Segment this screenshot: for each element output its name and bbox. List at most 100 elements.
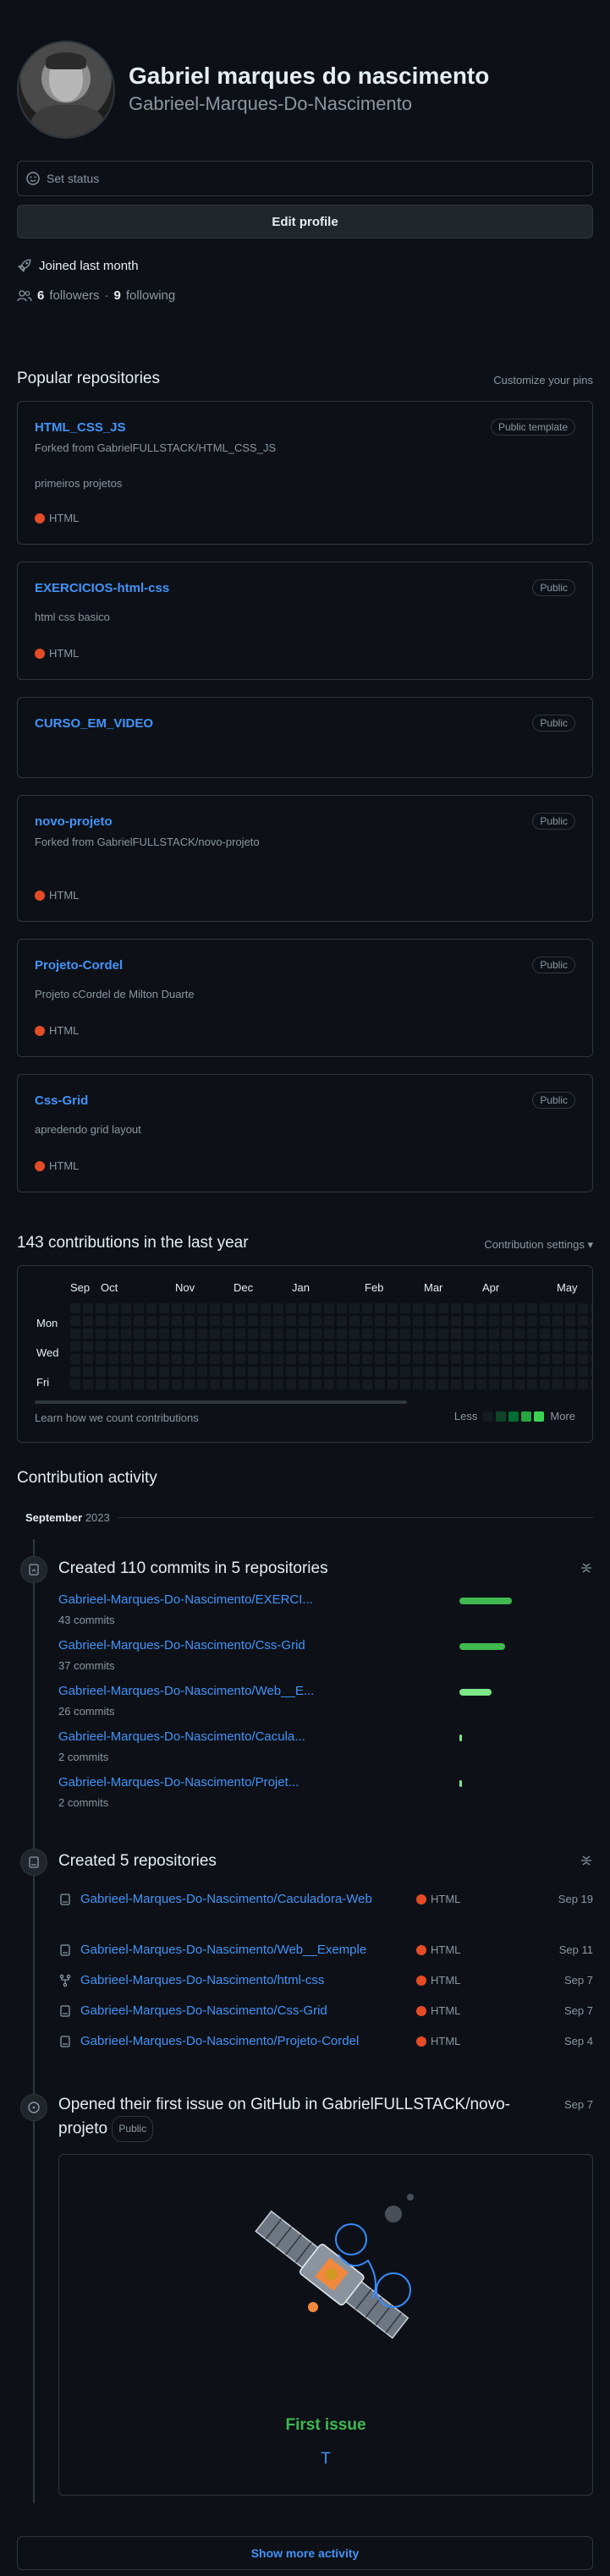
contribution-day-cell[interactable] (591, 1379, 592, 1389)
contribution-day-cell[interactable] (375, 1329, 385, 1339)
contribution-day-cell[interactable] (552, 1367, 563, 1377)
contribution-day-cell[interactable] (489, 1379, 499, 1389)
contribution-day-cell[interactable] (349, 1341, 360, 1351)
contribution-day-cell[interactable] (159, 1329, 169, 1339)
contribution-day-cell[interactable] (83, 1354, 93, 1364)
contribution-day-cell[interactable] (375, 1379, 385, 1389)
commits-summary-title[interactable]: Created 110 commits in 5 repositories (58, 1559, 328, 1578)
contribution-day-cell[interactable] (438, 1329, 448, 1339)
contribution-day-cell[interactable] (96, 1303, 106, 1313)
contribution-day-cell[interactable] (172, 1367, 182, 1377)
contribution-day-cell[interactable] (540, 1367, 550, 1377)
contribution-day-cell[interactable] (464, 1367, 474, 1377)
contribution-day-cell[interactable] (337, 1379, 347, 1389)
contribution-day-cell[interactable] (426, 1316, 436, 1326)
contribution-day-cell[interactable] (387, 1303, 398, 1313)
contribution-day-cell[interactable] (438, 1379, 448, 1389)
contribution-day-cell[interactable] (184, 1316, 195, 1326)
contribution-day-cell[interactable] (223, 1329, 233, 1339)
contribution-day-cell[interactable] (223, 1341, 233, 1351)
contribution-day-cell[interactable] (565, 1379, 575, 1389)
contribution-day-cell[interactable] (362, 1354, 372, 1364)
contribution-day-cell[interactable] (121, 1367, 131, 1377)
contribution-day-cell[interactable] (172, 1354, 182, 1364)
contribution-day-cell[interactable] (108, 1354, 118, 1364)
commit-count-link[interactable]: 43 commits (58, 1614, 593, 1626)
contribution-day-cell[interactable] (413, 1367, 423, 1377)
contribution-day-cell[interactable] (159, 1303, 169, 1313)
contribution-day-cell[interactable] (489, 1341, 499, 1351)
contribution-day-cell[interactable] (413, 1379, 423, 1389)
fold-icon[interactable] (580, 1854, 593, 1870)
commit-count-link[interactable]: 2 commits (58, 1796, 593, 1809)
contribution-day-cell[interactable] (146, 1341, 157, 1351)
following-count[interactable]: 9 (114, 288, 121, 303)
contribution-day-cell[interactable] (159, 1316, 169, 1326)
contribution-day-cell[interactable] (552, 1329, 563, 1339)
contribution-day-cell[interactable] (502, 1303, 512, 1313)
contribution-day-cell[interactable] (514, 1354, 525, 1364)
contribution-day-cell[interactable] (349, 1354, 360, 1364)
contribution-day-cell[interactable] (502, 1354, 512, 1364)
contribution-day-cell[interactable] (591, 1316, 592, 1326)
contribution-day-cell[interactable] (210, 1316, 220, 1326)
contribution-day-cell[interactable] (96, 1329, 106, 1339)
contribution-day-cell[interactable] (337, 1354, 347, 1364)
contribution-day-cell[interactable] (362, 1341, 372, 1351)
contribution-day-cell[interactable] (400, 1367, 410, 1377)
contribution-day-cell[interactable] (565, 1354, 575, 1364)
contribution-day-cell[interactable] (210, 1354, 220, 1364)
contribution-day-cell[interactable] (527, 1367, 537, 1377)
contribution-day-cell[interactable] (311, 1329, 321, 1339)
contribution-day-cell[interactable] (197, 1316, 207, 1326)
contribution-day-cell[interactable] (83, 1367, 93, 1377)
created-repo-link[interactable]: Gabrieel-Marques-Do-Nascimento/Web__Exem… (80, 1940, 402, 1960)
contribution-day-cell[interactable] (96, 1341, 106, 1351)
contribution-day-cell[interactable] (248, 1379, 258, 1389)
contribution-day-cell[interactable] (299, 1354, 309, 1364)
contribution-day-cell[interactable] (172, 1341, 182, 1351)
contribution-day-cell[interactable] (70, 1354, 80, 1364)
contribution-day-cell[interactable] (108, 1367, 118, 1377)
contribution-day-cell[interactable] (223, 1354, 233, 1364)
contribution-day-cell[interactable] (311, 1316, 321, 1326)
contribution-day-cell[interactable] (464, 1341, 474, 1351)
contribution-day-cell[interactable] (387, 1354, 398, 1364)
contribution-day-cell[interactable] (438, 1316, 448, 1326)
contribution-day-cell[interactable] (261, 1354, 271, 1364)
contribution-day-cell[interactable] (83, 1316, 93, 1326)
contribution-day-cell[interactable] (489, 1303, 499, 1313)
contribution-day-cell[interactable] (299, 1341, 309, 1351)
contribution-day-cell[interactable] (476, 1303, 486, 1313)
contribution-day-cell[interactable] (299, 1329, 309, 1339)
contribution-day-cell[interactable] (464, 1354, 474, 1364)
calendar-scrollbar[interactable] (35, 1400, 407, 1404)
contribution-day-cell[interactable] (159, 1367, 169, 1377)
contribution-day-cell[interactable] (426, 1354, 436, 1364)
contribution-day-cell[interactable] (197, 1379, 207, 1389)
repo-name-link[interactable]: Css-Grid (35, 1093, 88, 1108)
contribution-day-cell[interactable] (565, 1303, 575, 1313)
contribution-day-cell[interactable] (286, 1303, 296, 1313)
contribution-day-cell[interactable] (146, 1354, 157, 1364)
contribution-day-cell[interactable] (159, 1354, 169, 1364)
contribution-day-cell[interactable] (413, 1329, 423, 1339)
contribution-day-cell[interactable] (413, 1303, 423, 1313)
commit-repo-link[interactable]: Gabrieel-Marques-Do-Nascimento/Css-Grid (58, 1638, 593, 1652)
contribution-day-cell[interactable] (578, 1367, 588, 1377)
contribution-day-cell[interactable] (248, 1341, 258, 1351)
created-repo-link[interactable]: Gabrieel-Marques-Do-Nascimento/Css-Grid (80, 2001, 402, 2021)
contribution-day-cell[interactable] (438, 1341, 448, 1351)
contribution-day-cell[interactable] (197, 1367, 207, 1377)
contribution-day-cell[interactable] (197, 1303, 207, 1313)
contribution-day-cell[interactable] (184, 1367, 195, 1377)
commit-repo-link[interactable]: Gabrieel-Marques-Do-Nascimento/Web__E... (58, 1684, 593, 1698)
contribution-settings-button[interactable]: Contribution settings ▾ (484, 1238, 593, 1252)
contribution-day-cell[interactable] (210, 1329, 220, 1339)
contribution-day-cell[interactable] (146, 1329, 157, 1339)
contribution-day-cell[interactable] (413, 1341, 423, 1351)
following-label[interactable]: following (126, 288, 175, 303)
fold-icon[interactable] (580, 1561, 593, 1577)
contribution-day-cell[interactable] (273, 1303, 283, 1313)
contribution-day-cell[interactable] (70, 1303, 80, 1313)
